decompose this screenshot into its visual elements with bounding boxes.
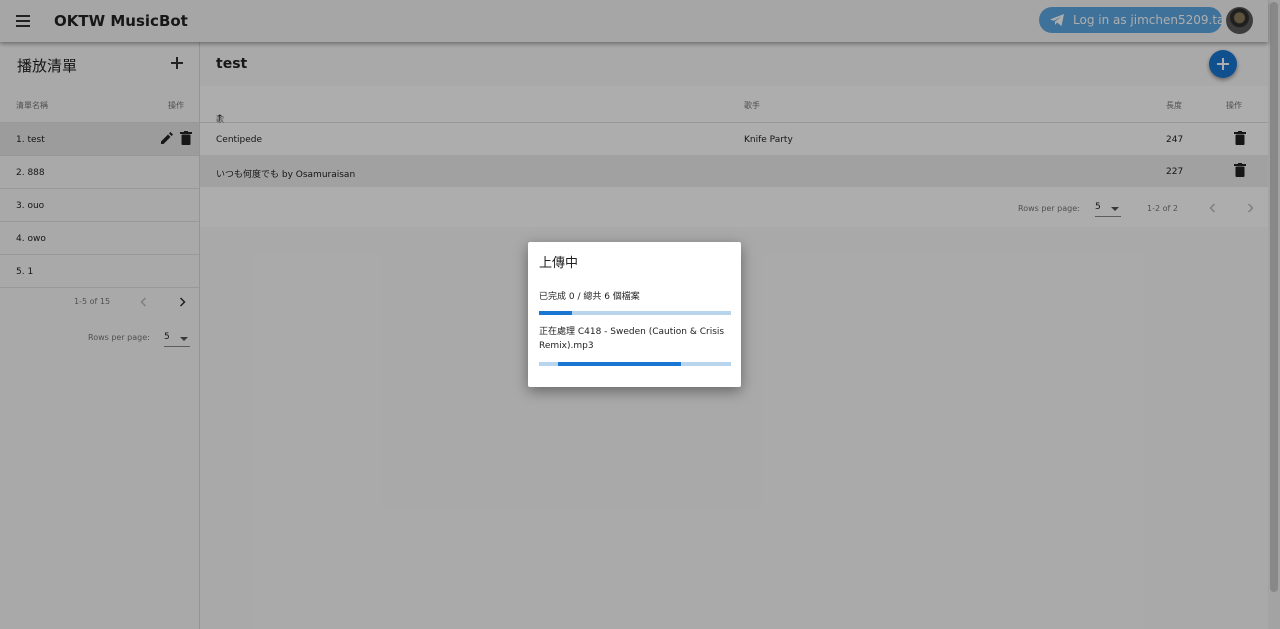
file-progress-fill	[558, 362, 682, 366]
upload-progress-dialog: 上傳中 已完成 0 / 總共 6 個檔案 正在處理 C418 - Sweden …	[528, 242, 741, 387]
file-progress-bar	[539, 362, 731, 366]
dialog-title: 上傳中	[539, 256, 579, 271]
overall-progress-bar	[539, 311, 731, 315]
overall-progress-fill	[539, 311, 572, 315]
current-file-label: 正在處理 C418 - Sweden (Caution & Crisis Rem…	[539, 327, 725, 351]
upload-status: 已完成 0 / 總共 6 個檔案	[539, 292, 640, 302]
